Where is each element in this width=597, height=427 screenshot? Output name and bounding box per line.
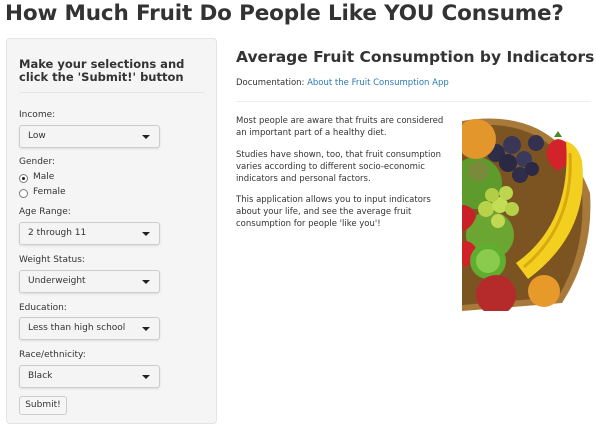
radio-unchecked-icon (19, 189, 28, 198)
documentation-prefix: Documentation: (236, 78, 305, 88)
age-range-select[interactable]: 2 through 11 (19, 222, 160, 245)
caret-down-icon (142, 135, 150, 139)
education-label: Education: (19, 303, 67, 313)
gender-option-label: Female (33, 187, 66, 197)
gender-option-label: Male (33, 172, 55, 182)
caret-down-icon (142, 232, 150, 236)
documentation-line: Documentation: About the Fruit Consumpti… (236, 78, 449, 88)
caret-down-icon (142, 375, 150, 379)
intro-paragraph: This application allows you to input ind… (236, 195, 431, 229)
weight-status-label: Weight Status: (19, 255, 85, 265)
gender-label: Gender: (19, 157, 56, 167)
income-label: Income: (19, 110, 56, 120)
fruit-basket-image (462, 113, 592, 311)
education-select-value: Less than high school (28, 323, 126, 333)
age-range-label: Age Range: (19, 207, 71, 217)
income-select[interactable]: Low (19, 125, 160, 148)
education-select[interactable]: Less than high school (19, 317, 160, 340)
income-select-value: Low (28, 131, 46, 141)
weight-status-select-value: Underweight (28, 276, 86, 286)
caret-down-icon (142, 280, 150, 284)
sidebar-divider (19, 92, 205, 93)
submit-button[interactable]: Submit! (19, 396, 67, 415)
weight-status-select[interactable]: Underweight (19, 270, 160, 293)
documentation-link[interactable]: About the Fruit Consumption App (307, 78, 449, 88)
page-title: How Much Fruit Do People Like YOU Consum… (5, 1, 564, 26)
sidebar-heading: Make your selections and click the 'Subm… (19, 57, 185, 84)
race-select[interactable]: Black (19, 365, 160, 388)
main-heading: Average Fruit Consumption by Indicators (236, 48, 595, 66)
intro-paragraph: Most people are aware that fruits are co… (236, 116, 444, 138)
age-range-select-value: 2 through 11 (28, 228, 87, 238)
race-label: Race/ethnicity: (19, 350, 86, 360)
race-select-value: Black (28, 371, 53, 381)
sidebar-panel: Make your selections and click the 'Subm… (6, 38, 217, 424)
main-divider (236, 101, 591, 102)
intro-paragraph: Studies have shown, too, that fruit cons… (236, 150, 441, 184)
caret-down-icon (142, 327, 150, 331)
radio-checked-icon (19, 174, 28, 183)
